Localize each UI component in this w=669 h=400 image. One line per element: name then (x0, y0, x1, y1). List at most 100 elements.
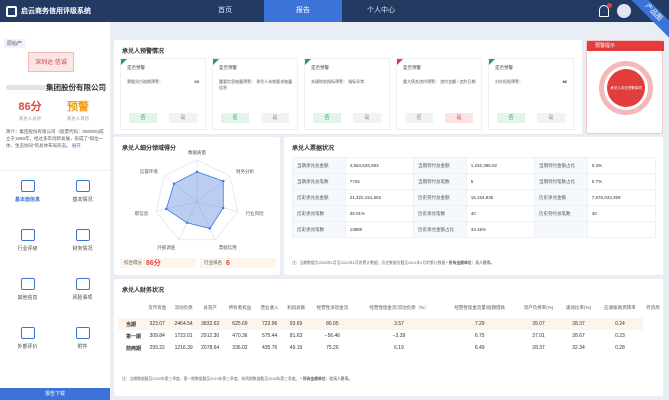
menu-risk-items[interactable]: 风险事项 (55, 269, 110, 318)
bill-panel: 承兑人票据状况 当期承兑总金额 4,563,626,593 当期到付总金额 1,232… (284, 137, 663, 275)
bill-value: 40 (465, 205, 535, 222)
bill-key: 历史承兑总金额 (292, 189, 346, 206)
finance-value: 6.49 (474, 345, 485, 351)
finance-value: 470.36 (232, 333, 248, 339)
alert-ring: 承兑人存在预警事项 (599, 61, 653, 115)
menu-industry-rating[interactable]: 行业评级 (0, 220, 55, 269)
warn-yes-badge: 是 (169, 113, 197, 123)
finance-note-text: 注：当期数据截至2020年第三季度，第一期数据截至2019年第三季度，前两期数据… (122, 377, 300, 381)
radar-legend: 综合得分 86分 行业排名 6 (118, 258, 278, 268)
menu-external-eval[interactable]: 外部评价 (0, 318, 55, 367)
radar-chart: 数据质量财务分析行业风险票据信用 外部调查 职信息 信誉环境 (135, 150, 264, 251)
finance-value: 625.69 (223, 318, 257, 330)
bill-value: 33.15% (465, 221, 535, 238)
finance-table-header: 货币资金 流动负债 总资产 所有者权益 营业收入 利润总额 经营性净现金流 经营性现金流/流动… (118, 298, 663, 318)
alert-panel: 预警提示 承兑人存在预警事项 (586, 40, 664, 134)
logo-icon (6, 5, 17, 17)
finance-value: 28.37 (560, 318, 597, 330)
finance-header-cell: 资产负债率(%) (523, 305, 554, 310)
product-ribbon: 产品图 (626, 0, 669, 40)
risk-status-label: 承兑人风险 (66, 116, 90, 121)
finance-title: 承兑人财务状况 (122, 288, 165, 294)
grid-icon (20, 180, 35, 192)
warn-yes-badge: 是 (353, 113, 381, 123)
bill-key: 当期承兑总金额 (292, 157, 346, 174)
finance-value: 81.63 (289, 333, 303, 339)
bill-value: 7,676,043,359 (586, 189, 657, 206)
warn-no-badge: 否 (129, 113, 157, 123)
warn-no-badge: 否 (497, 113, 525, 123)
finance-header-cell: 经营性现金流/流动负债（%） (369, 305, 429, 310)
nav-personal-center[interactable]: 个人中心 (342, 0, 420, 22)
warning-panel: 承兑人预警情况 是否预警 票据兑付逾期预警： 63 否 是 是否预警 重要信息披… (114, 40, 582, 134)
finance-value: 3832.63 (196, 318, 224, 330)
bill-key: 历史承兑金额 (533, 189, 588, 206)
menu-basic-info[interactable]: 基本面信息 (0, 171, 55, 220)
radar-point (195, 170, 199, 173)
finance-value: 2464.54 (170, 318, 197, 330)
app-logo[interactable]: 启云商务信用评级系统 (6, 5, 176, 17)
warn-no-badge: 否 (221, 113, 249, 123)
menu-attachments[interactable]: 附件 (55, 318, 110, 367)
warn-card-value: 63 (194, 79, 199, 84)
menu-finance[interactable]: 财务情况 (55, 220, 110, 269)
menu-label: 风险事项 (72, 295, 93, 301)
finance-note-unit: * 所有金额单位：亿元人民币。 (300, 377, 353, 381)
finance-value: 6.19 (394, 345, 404, 351)
warning-icon (75, 278, 90, 290)
company-logo: 深圳达 信诚 (28, 52, 74, 72)
avatar[interactable] (617, 4, 631, 18)
nav-report[interactable]: 报告 (264, 0, 342, 22)
finance-header-cell: 流动负债 (174, 305, 193, 310)
radar-axis-label: 信誉环境 (140, 168, 158, 175)
finance-value: 3.57 (355, 318, 443, 330)
trend-icon (20, 229, 35, 241)
finance-note: 注：当期数据截至2020年第三季度，第一期数据截至2019年第三季度，前两期数据… (122, 377, 352, 382)
menu-basic-situation[interactable]: 基本情况 (55, 171, 110, 220)
company-sidebar: 原始产 深圳达 信诚 集团股份有限公司 86分 承兑人总评 预警 承兑人风险 简… (0, 22, 110, 400)
bill-key: 当期到付总金额 (412, 157, 467, 174)
radar-point (172, 182, 176, 185)
bill-key (533, 221, 588, 238)
bill-value: 7725 (344, 173, 414, 190)
warn-card-label: 关键财务指标预警： 指标异常 (311, 79, 365, 84)
finance-header-cell: 速动比率(%) (566, 305, 592, 310)
menu-label: 附件 (77, 344, 88, 350)
total-score-box: 综合得分 86分 (120, 258, 196, 268)
finance-value: 86.05 (309, 318, 356, 330)
finance-value: 35.07 (516, 318, 561, 330)
industry-rank-box: 行业排名 6 (200, 258, 276, 268)
bell-icon[interactable] (599, 3, 612, 17)
finance-value: 293.22 (149, 345, 165, 351)
bill-row: 历史承兑总金额 21,322,151,662 历史到付总金额 16,154,935 历史… (292, 189, 657, 206)
menu-other-info[interactable]: 其他信息 (0, 269, 55, 318)
finance-value: 6.75 (474, 333, 485, 339)
company-name: 集团股份有限公司 (46, 83, 106, 92)
finance-header-cell (118, 298, 144, 318)
finance-value: 323.07 (144, 318, 171, 330)
warn-card-title: 是否预警 (127, 65, 145, 70)
bill-key: 当期承兑总笔数 (292, 173, 346, 190)
report-download-button[interactable]: 报告下载 (0, 388, 110, 400)
radar-point (185, 221, 189, 224)
bill-row: 当期承兑总笔数 7725 当期到付总笔数 5 当期到付笔数占比 0.7% (292, 173, 657, 190)
radar-axis-label: 外部调查 (157, 244, 175, 251)
bill-value: 21,322,151,662 (344, 189, 414, 206)
alert-text: 承兑人存在预警事项 (607, 69, 645, 107)
warn-card-4: 是否预警 重大债务违约预警： 违约金额 / 违约日期 否 是 (396, 58, 482, 130)
finance-header-cell: 营业收入 (260, 305, 279, 310)
warn-yes-badge: 是 (445, 113, 473, 123)
warn-no-badge: 否 (405, 113, 433, 123)
bill-key: 历史承兑笔数 (412, 205, 467, 222)
expand-link[interactable]: 展开 (72, 143, 81, 148)
finance-value: 1722.01 (174, 333, 193, 339)
finance-value: 435.76 (262, 345, 278, 351)
finance-value: 2078.64 (201, 345, 220, 351)
nav-home[interactable]: 首页 (186, 0, 264, 22)
finance-header-cell: 货币资金 (148, 305, 167, 310)
bill-value: 16,154,935 (465, 189, 535, 206)
finance-header-cell: 所有者权益 (228, 305, 252, 310)
radar-point (222, 206, 225, 210)
finance-value: 0.24 (596, 318, 644, 330)
bill-key: 当期到付笔数占比 (533, 173, 588, 190)
